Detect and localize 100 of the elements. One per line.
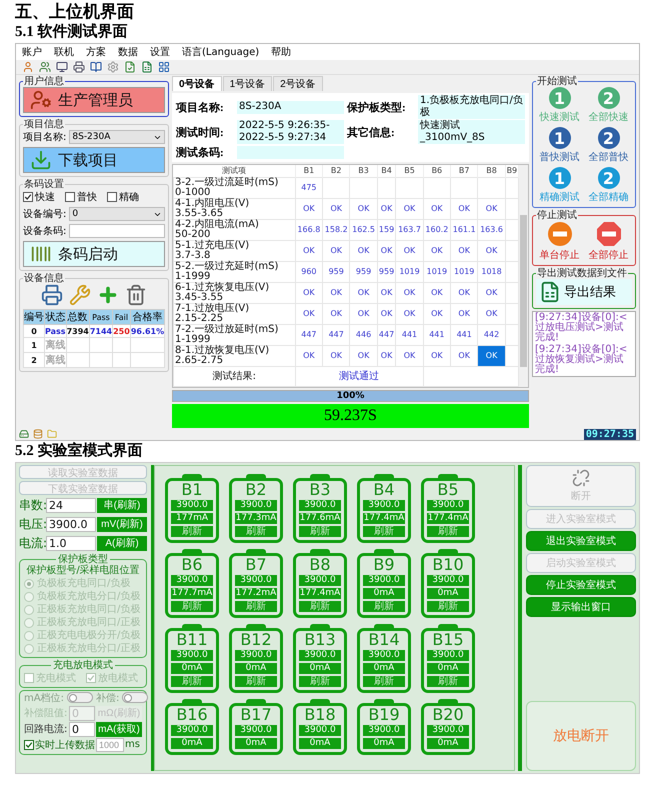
user-icon[interactable] [22, 61, 34, 73]
table-cell[interactable]: 166.8 [295, 219, 323, 240]
refresh-button[interactable]: mA(获取) [96, 722, 142, 736]
table-cell[interactable]: 1019 [423, 261, 451, 282]
menu-item[interactable]: 设置 [150, 45, 170, 59]
grid-icon[interactable] [158, 61, 170, 73]
radio-button[interactable] [24, 618, 34, 628]
printer-icon[interactable] [73, 61, 85, 73]
table-cell[interactable]: OK [423, 282, 451, 303]
table-cell[interactable]: 959 [322, 261, 350, 282]
tab[interactable]: 1号设备 [222, 76, 272, 91]
table-cell[interactable]: OK [322, 282, 350, 303]
book-icon[interactable] [90, 61, 102, 73]
printer-icon[interactable] [41, 284, 63, 306]
table-cell[interactable]: OK [377, 303, 396, 324]
table-cell[interactable]: 1019 [450, 261, 478, 282]
barcode-button[interactable]: 条码启动 [23, 241, 165, 267]
barcode-field[interactable] [69, 224, 165, 238]
scrollbar[interactable] [518, 464, 522, 770]
monitor-icon[interactable] [56, 61, 68, 73]
table-cell[interactable]: 162.5 [350, 219, 378, 240]
users-icon[interactable] [39, 61, 51, 73]
table-cell[interactable]: OK [322, 198, 350, 219]
refresh-button[interactable]: 串(刷新) [97, 498, 147, 512]
radio-button[interactable] [24, 630, 34, 640]
menu-item[interactable]: 账户 [22, 45, 42, 59]
table-cell[interactable]: OK [423, 303, 451, 324]
table-cell[interactable]: OK [295, 345, 323, 366]
table-cell[interactable]: 161.1 [450, 219, 478, 240]
table-cell[interactable]: 159 [377, 219, 396, 240]
toggle-switch[interactable] [66, 692, 93, 703]
device-select[interactable]: 0 [69, 207, 165, 221]
input-field[interactable]: 24 [46, 498, 96, 512]
table-cell[interactable]: OK [450, 240, 478, 261]
radio-button[interactable] [24, 578, 34, 588]
table-cell[interactable]: OK [295, 282, 323, 303]
radio-button[interactable] [24, 604, 34, 614]
user-button[interactable]: 生产管理员 [23, 87, 165, 113]
project-select[interactable]: 8S-230A [69, 130, 165, 144]
table-cell[interactable]: OK [350, 345, 378, 366]
scrollbar[interactable] [519, 165, 528, 386]
table-cell[interactable]: OK [396, 303, 424, 324]
table-cell[interactable]: OK [478, 345, 506, 366]
radio-button[interactable] [24, 644, 34, 654]
table-cell[interactable]: OK [396, 345, 424, 366]
table-cell[interactable]: 163.7 [396, 219, 424, 240]
menu-item[interactable]: 语言(Language) [182, 45, 260, 59]
checkbox[interactable] [86, 672, 96, 682]
table-cell[interactable]: 959 [350, 261, 378, 282]
table-cell[interactable]: 441 [423, 324, 451, 345]
refresh-button[interactable]: mV(刷新) [97, 516, 147, 532]
mode-button[interactable]: 显示输出窗口 [526, 596, 636, 616]
table-cell[interactable]: 959 [377, 261, 396, 282]
mode-button[interactable]: 退出实验室模式 [526, 530, 636, 550]
menu-item[interactable]: 方案 [86, 45, 106, 59]
table-cell[interactable]: OK [350, 303, 378, 324]
table-cell[interactable]: OK [478, 198, 506, 219]
table-cell[interactable]: OK [396, 198, 424, 219]
export-button[interactable]: 导出结果 [536, 279, 632, 305]
table-cell[interactable]: OK [377, 345, 396, 366]
input-field[interactable]: 0 [69, 722, 95, 736]
settings-icon[interactable] [107, 61, 119, 73]
table-cell[interactable]: OK [377, 198, 396, 219]
mode-button[interactable]: 停止实验室模式 [526, 574, 636, 594]
table-cell[interactable]: OK [423, 240, 451, 261]
download-button[interactable]: 下载项目 [23, 147, 165, 173]
table-cell[interactable]: OK [377, 282, 396, 303]
start-test-button[interactable]: 1 普快测试 [536, 127, 583, 164]
table-cell[interactable]: OK [295, 240, 323, 261]
table-cell[interactable]: OK [350, 282, 378, 303]
table-cell[interactable]: 475 [295, 177, 323, 198]
table-cell[interactable]: OK [377, 240, 396, 261]
trash-icon[interactable] [125, 284, 147, 306]
table-cell[interactable]: OK [450, 303, 478, 324]
menu-item[interactable]: 帮助 [271, 45, 292, 59]
table-cell[interactable]: 447 [377, 324, 396, 345]
table-cell[interactable]: OK [478, 303, 506, 324]
checkbox[interactable] [65, 192, 75, 202]
radio-button[interactable] [24, 592, 34, 602]
table-cell[interactable]: OK [423, 198, 451, 219]
table-cell[interactable]: OK [295, 303, 323, 324]
table-cell[interactable]: OK [450, 282, 478, 303]
checklist-icon[interactable] [124, 61, 136, 73]
table-cell[interactable]: 441 [450, 324, 478, 345]
checkbox[interactable] [24, 740, 34, 750]
table-cell[interactable]: OK [350, 198, 378, 219]
table-cell[interactable]: OK [396, 282, 424, 303]
table-cell[interactable]: OK [478, 240, 506, 261]
checkbox[interactable] [24, 672, 34, 682]
menu-item[interactable]: 数据 [118, 45, 138, 59]
table-cell[interactable]: 441 [396, 324, 424, 345]
table-cell[interactable]: 447 [295, 324, 323, 345]
table-cell[interactable]: OK [396, 240, 424, 261]
spreadsheet-icon[interactable] [141, 61, 153, 73]
refresh-button[interactable]: A(刷新) [97, 536, 147, 550]
checkbox[interactable] [107, 192, 117, 202]
stop-button[interactable]: 全部停止 [585, 221, 632, 262]
menu-item[interactable]: 联机 [54, 45, 74, 59]
table-cell[interactable]: 447 [322, 324, 350, 345]
table-cell[interactable]: OK [478, 282, 506, 303]
